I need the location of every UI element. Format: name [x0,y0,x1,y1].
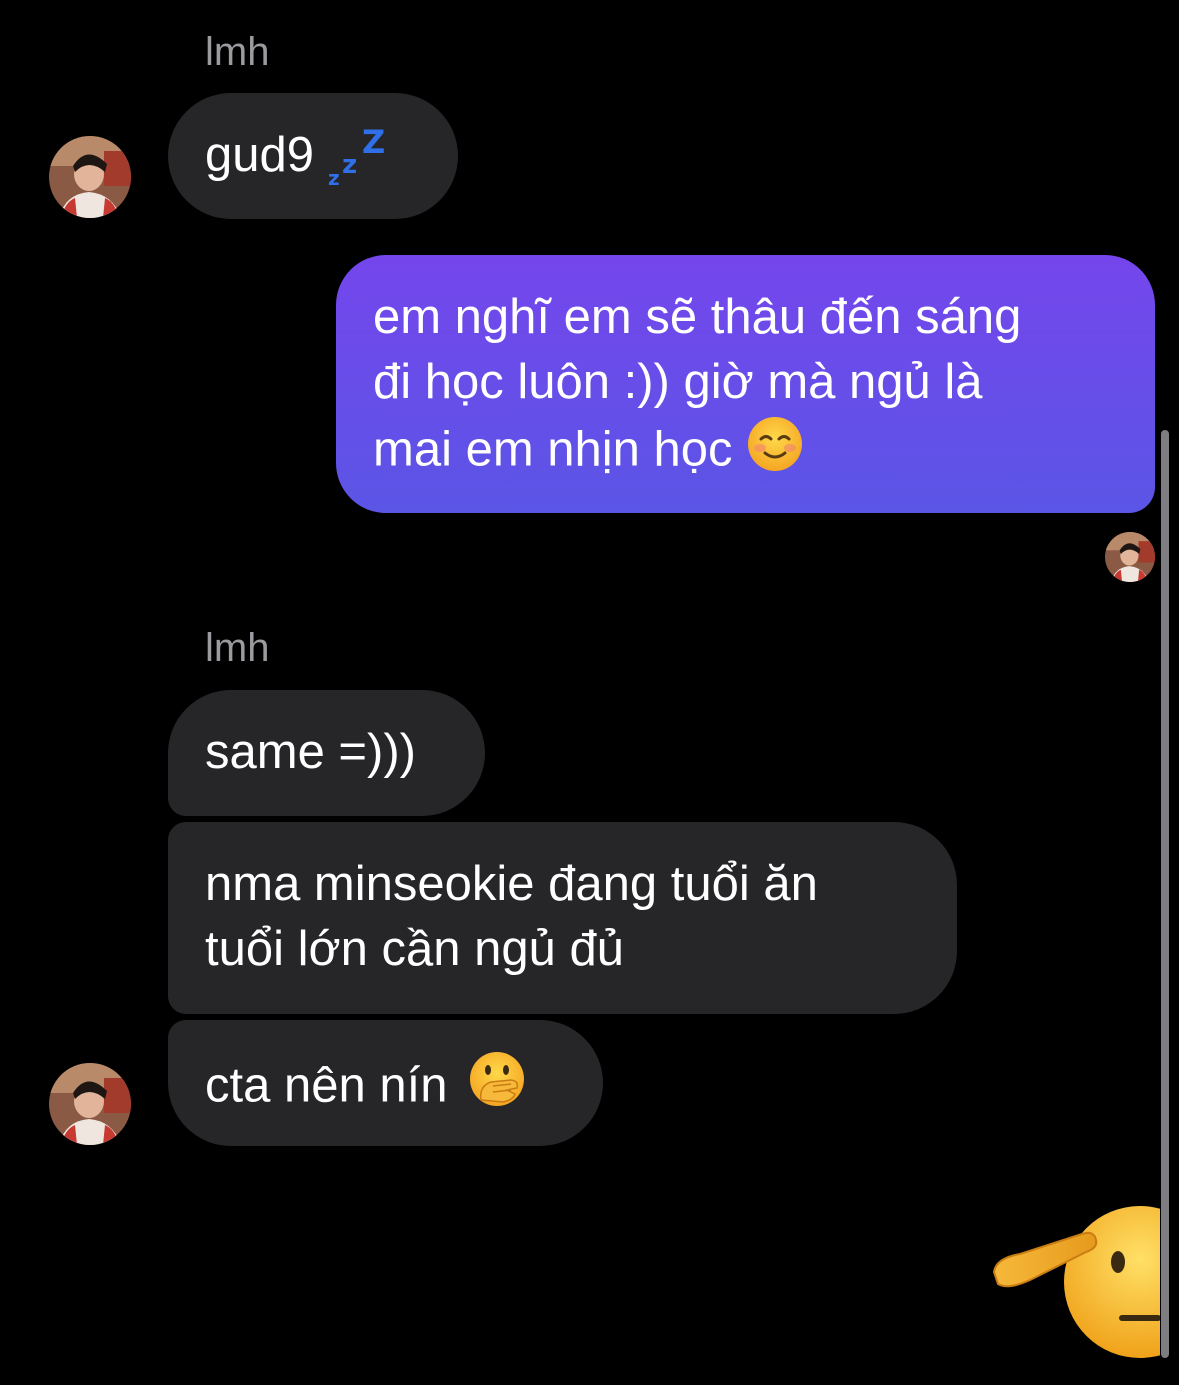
incoming-message-bubble[interactable]: nma minseokie đang tuổi ăn tuổi lớn cần … [168,822,957,1014]
message-text-line: tuổi lớn cần ngủ đủ [205,922,624,976]
message-text: same =))) [205,725,417,779]
sender-name: lmh [205,30,270,74]
message-text-line: đi học luôn :)) giờ mà ngủ là [373,355,983,409]
smiling-face-icon [746,415,804,490]
message-text: gud9 [205,128,315,182]
face-with-hand-over-mouth-icon [467,1050,527,1127]
message-text-line: nma minseokie đang tuổi ăn [205,857,818,911]
incoming-message-bubble[interactable]: cta nên nín [168,1020,603,1146]
svg-text:z: z [342,150,357,180]
message-text: cta nên nín [205,1058,448,1113]
contact-avatar[interactable] [49,136,131,218]
contact-avatar[interactable] [49,1063,131,1145]
sender-name: lmh [205,626,270,670]
message-text-line: mai em nhịn học [373,415,1125,490]
outgoing-message-bubble[interactable]: em nghĩ em sẽ thâu đến sáng đi học luôn … [336,255,1155,513]
read-receipt-avatar [1105,532,1155,582]
saluting-face-icon[interactable] [990,1200,1179,1360]
incoming-message-bubble[interactable]: same =))) [168,690,485,816]
message-text: mai em nhịn học [373,422,733,477]
incoming-message-bubble[interactable]: gud9 z z Z [168,93,458,219]
zzz-icon: z z Z [328,123,390,204]
scrollbar[interactable] [1161,430,1169,1358]
svg-text:z: z [328,166,340,187]
message-text-line: em nghĩ em sẽ thâu đến sáng [373,290,1022,344]
svg-text:Z: Z [362,125,385,161]
